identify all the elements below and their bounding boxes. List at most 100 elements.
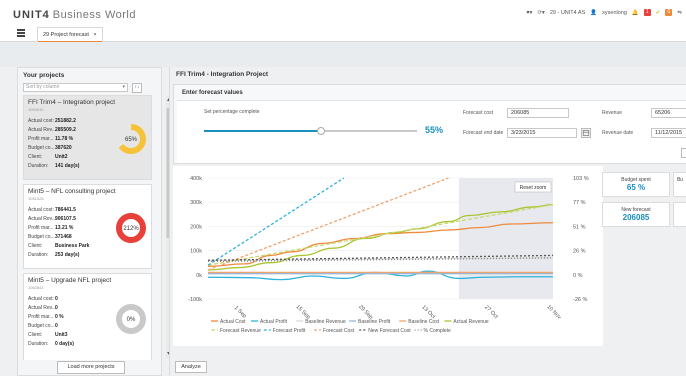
y-tick-label: -100k <box>188 297 202 303</box>
field-label: Duration: <box>28 252 49 258</box>
calendar-icon[interactable] <box>581 128 591 138</box>
field-value: 13.21 % <box>55 225 74 231</box>
project-card-field: Budget co...371468 <box>28 234 72 240</box>
load-more-button[interactable]: Load more projects <box>57 361 125 374</box>
task-badge: 0 <box>665 9 673 16</box>
donut-label: 65% <box>125 137 138 143</box>
project-card-field: Actual Rev...906107.5 <box>28 216 76 222</box>
project-card[interactable]: Mint5 – NFL consulting project 1051528 Act… <box>23 184 152 269</box>
user-name[interactable]: sysenlong <box>602 10 627 16</box>
y-right-tick-label: 0 % <box>573 273 583 279</box>
project-card-field: Budget co...387620 <box>28 145 72 151</box>
tab-strip: 29 Project forecast × <box>0 26 686 43</box>
series-line-forecast-profit <box>207 177 345 266</box>
sort-placeholder: Sort by column <box>26 84 60 90</box>
y-tick-label: 400k <box>190 176 202 182</box>
project-card[interactable]: Mint5 – Upgrade NFL project 1062841 Actual… <box>23 273 152 360</box>
app-logo[interactable]: UNIT4 Business World <box>13 9 136 21</box>
legend-label[interactable]: Baseline Profit <box>358 319 391 325</box>
sort-direction-button[interactable]: ↑↓ <box>132 83 142 93</box>
project-card-field: Actual cost:251882.2 <box>28 118 76 124</box>
new-forecast-kpi: New forecast 206085 <box>602 202 670 227</box>
percentage-value: 55% <box>425 125 444 135</box>
chevron-down-icon: ▾ <box>122 84 125 90</box>
tab-close-icon[interactable]: × <box>93 32 96 38</box>
project-card-title: FFI Trim4 – Integration project <box>28 99 116 106</box>
budget-spent-kpi: Budget spent 65 % <box>602 172 670 197</box>
field-label: Budget co... <box>28 323 55 329</box>
field-label: Client: <box>28 332 43 338</box>
analyze-button[interactable]: Analyze <box>175 361 207 373</box>
field-value: 387620 <box>55 145 72 151</box>
projects-panel: Your projects Sort by column ▾ ↑↓ FFI Tr… <box>17 67 172 376</box>
sort-select[interactable]: Sort by column ▾ <box>23 83 128 92</box>
menu-icon[interactable] <box>17 29 25 37</box>
slider-thumb[interactable] <box>317 127 326 135</box>
project-card[interactable]: FFI Trim4 – Integration project 1054032 Ac… <box>23 95 152 180</box>
field-label: Actual cost: <box>28 118 54 124</box>
field-label: Profit mar... <box>28 314 54 320</box>
legend-label[interactable]: New Forecast Cost <box>368 328 411 334</box>
field-value: 251882.2 <box>55 118 76 124</box>
field-value: 786441.5 <box>55 207 76 213</box>
forecast-end-label: Forecast end date <box>463 130 504 136</box>
project-title: FFI Trim4 - Integration Project <box>176 71 269 78</box>
user-icon: 👤 <box>590 9 598 16</box>
expand-button[interactable] <box>681 148 686 158</box>
field-label: Duration: <box>28 341 49 347</box>
company-selector[interactable]: 29 - UNIT4 AS <box>550 10 585 16</box>
field-label: Actual Rev... <box>28 305 56 311</box>
field-value: 371468 <box>55 234 72 240</box>
budget-kpi-partial-label: Bu <box>676 177 684 183</box>
donut-label: 0% <box>127 317 136 323</box>
field-value: Business Park <box>55 243 90 249</box>
series-line-forecast-cost <box>207 177 449 271</box>
y-tick-label: 0k <box>196 273 202 279</box>
tab-project-forecast[interactable]: 29 Project forecast × <box>37 27 103 43</box>
field-value: 0 <box>55 305 58 311</box>
legend-label[interactable]: Forecast Profit <box>273 328 306 334</box>
legend-label[interactable]: Actual Revenue <box>453 319 489 325</box>
field-value: 0 % <box>55 314 64 320</box>
legend-label[interactable]: Baseline Cost <box>408 319 439 325</box>
forecast-cost-input[interactable]: 206085 <box>507 108 569 118</box>
tab-label: 29 Project forecast <box>43 32 89 38</box>
projects-title: Your projects <box>23 72 65 79</box>
field-value: 906107.5 <box>55 216 76 222</box>
revenue-input[interactable]: 65206 <box>651 108 686 118</box>
project-card-field: Duration: 253 day(s) <box>28 252 79 258</box>
refresh-icon[interactable]: ⟳▾ <box>537 10 544 16</box>
notifications-icon[interactable]: 🔔 <box>632 10 639 16</box>
field-value: 285509.2 <box>55 127 76 133</box>
y-right-tick-label: -26 % <box>573 297 587 303</box>
budget-kpi-partial: Bu <box>673 172 686 197</box>
field-value: 11.78 % <box>55 136 74 142</box>
project-card-field: Actual Rev...285509.2 <box>28 127 76 133</box>
legend-label[interactable]: Baseline Revenue <box>305 319 346 325</box>
completion-donut: 212% <box>116 213 146 243</box>
project-card-field: Client: Business Park <box>28 243 89 249</box>
legend-label[interactable]: Forecast Revenue <box>220 328 261 334</box>
check-icon[interactable]: ✔ <box>656 10 661 16</box>
project-card-field: Client: Unit3 <box>28 332 68 338</box>
field-label: Duration: <box>28 163 49 169</box>
heart-icon[interactable]: ♥▾ <box>526 10 532 16</box>
top-right-controls: ♥▾ ⟳▾ 29 - UNIT4 AS 👤 sysenlong 🔔 1 ✔ 0 … <box>526 9 682 16</box>
revenue-date-input[interactable]: 11/12/2015 <box>651 128 686 138</box>
y-tick-label: 300k <box>190 200 202 206</box>
forecast-form-title: Enter forecast values <box>182 90 243 96</box>
legend-label[interactable]: Actual Profit <box>260 319 288 325</box>
legend-label[interactable]: % Complete <box>424 328 451 334</box>
y-right-tick-label: 103 % <box>573 176 589 182</box>
field-label: Budget co... <box>28 234 55 240</box>
more-icon[interactable]: ⇋ <box>677 10 682 16</box>
product-name: Business World <box>52 9 136 21</box>
percentage-slider[interactable] <box>204 127 417 135</box>
legend-label[interactable]: Forecast Cost <box>323 328 355 334</box>
forecast-end-input[interactable]: 3/23/2015 <box>507 128 577 138</box>
field-label: Profit mar... <box>28 136 54 142</box>
field-label: Profit mar... <box>28 225 54 231</box>
field-value: 0 <box>55 296 58 302</box>
revenue-label: Revenue <box>602 110 623 116</box>
legend-label[interactable]: Actual Cost <box>220 319 246 325</box>
